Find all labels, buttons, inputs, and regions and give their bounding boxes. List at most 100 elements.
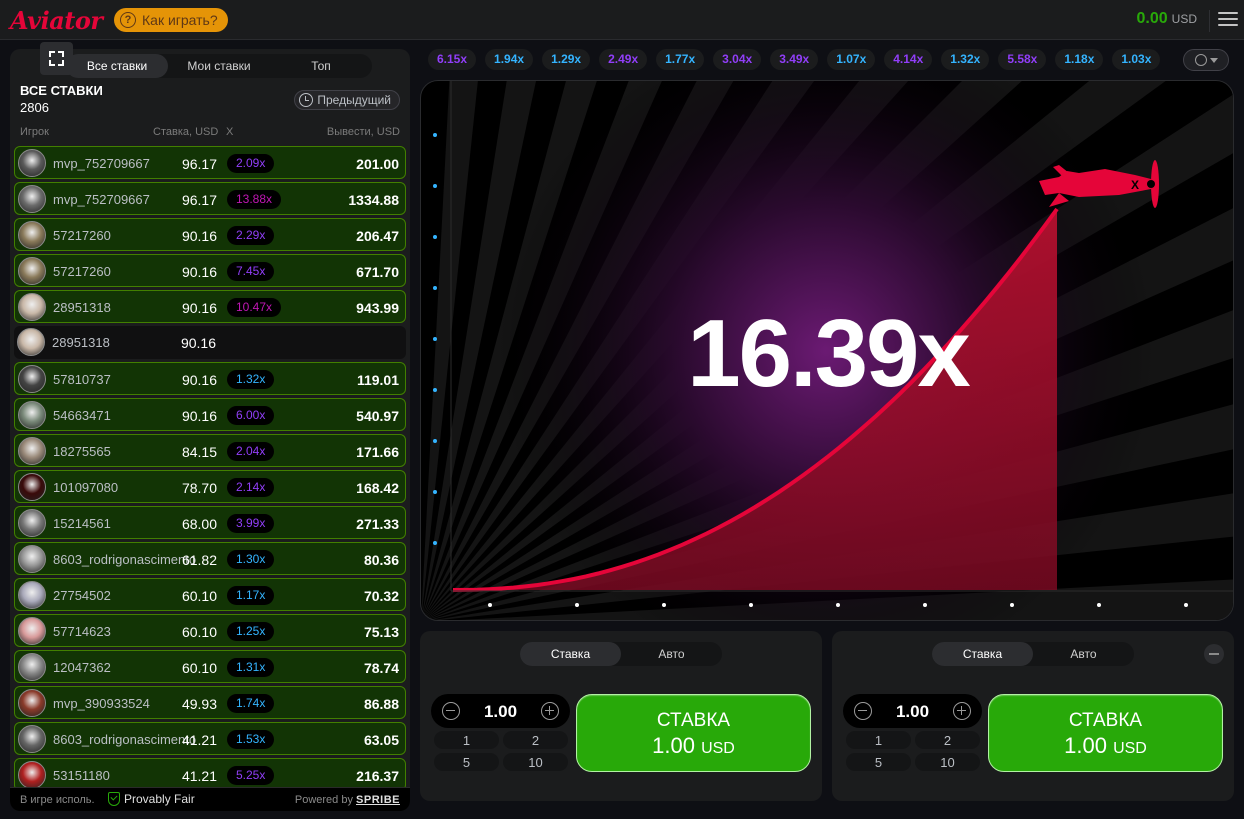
- table-row: 27754502 60.10 1.17x 70.32: [14, 578, 406, 611]
- plus-circle-icon[interactable]: [953, 702, 971, 720]
- bet-amount: 90.16: [181, 264, 217, 280]
- history-multiplier[interactable]: 1.77x: [656, 49, 705, 70]
- bet-button-currency: USD: [701, 740, 735, 757]
- history-multiplier[interactable]: 4.14x: [884, 49, 933, 70]
- avatar: [18, 401, 46, 429]
- history-icon: [1194, 54, 1207, 66]
- history-multiplier[interactable]: 1.18x: [1055, 49, 1104, 70]
- table-row: 54663471 90.16 6.00x 540.97: [14, 398, 406, 431]
- avatar: [18, 185, 46, 213]
- tab-bet[interactable]: Ставка: [520, 642, 621, 666]
- cashout-multiplier: 2.04x: [227, 442, 275, 461]
- plus-circle-icon[interactable]: [541, 702, 559, 720]
- table-row: mvp_752709667 96.17 2.09x 201.00: [14, 146, 406, 179]
- bet-amount: 60.10: [181, 588, 217, 604]
- how-to-play-label: Как играть?: [142, 12, 218, 28]
- bet-panel-1: Ставка Авто 1.00 1 2 5 10 СТАВКА 1.00 US…: [420, 631, 822, 801]
- quick-amount-5[interactable]: 5: [434, 753, 499, 771]
- y-axis-dot: [433, 439, 437, 443]
- stake-value[interactable]: 1.00: [873, 702, 952, 722]
- chevron-down-icon: [1209, 57, 1218, 63]
- cashout-amount: 216.37: [356, 768, 399, 784]
- avatar: [18, 725, 46, 753]
- avatar: [18, 653, 46, 681]
- tab-auto[interactable]: Авто: [1033, 642, 1134, 666]
- bet-amount: 96.17: [181, 192, 217, 208]
- minus-circle-icon[interactable]: [854, 702, 872, 720]
- bet-button-amount-row: 1.00 USD: [989, 733, 1222, 759]
- history-multiplier[interactable]: 1.29x: [542, 49, 591, 70]
- tab-all-bets[interactable]: Все ставки: [66, 54, 168, 78]
- bet-amount: 41.21: [181, 732, 217, 748]
- bets-footer: В игре исполь. Provably Fair Powered by …: [10, 787, 410, 811]
- player-name: 28951318: [53, 300, 111, 315]
- history-dropdown-button[interactable]: [1183, 49, 1229, 71]
- in-use-label: В игре исполь.: [20, 794, 95, 806]
- bet-amount: 90.16: [181, 300, 217, 316]
- player-name: 57217260: [53, 228, 111, 243]
- col-bet: Ставка, USD: [153, 126, 219, 138]
- tab-bet[interactable]: Ставка: [932, 642, 1033, 666]
- tab-my-bets[interactable]: Мои ставки: [168, 54, 270, 78]
- cashout-amount: 168.42: [356, 480, 399, 496]
- quick-amount-5[interactable]: 5: [846, 753, 911, 771]
- history-multiplier[interactable]: 3.04x: [713, 49, 762, 70]
- multiplier-history: 6.15x 1.94x 1.29x 2.49x 1.77x 3.04x 3.49x 1.07x…: [428, 49, 1168, 71]
- x-axis-dot: [1097, 603, 1101, 607]
- player-name: 54663471: [53, 408, 111, 423]
- how-to-play-button[interactable]: ? Как играть?: [114, 8, 228, 32]
- stake-value[interactable]: 1.00: [461, 702, 540, 722]
- quick-amount-2[interactable]: 2: [915, 731, 980, 749]
- quick-amount-10[interactable]: 10: [503, 753, 568, 771]
- fullscreen-icon[interactable]: [40, 42, 73, 75]
- bet-panel-2: Ставка Авто 1.00 1 2 5 10 СТАВКА 1.00 US…: [832, 631, 1234, 801]
- bets-panel: Все ставки Мои ставки Топ ВСЕ СТАВКИ 280…: [10, 49, 410, 811]
- previous-round-button[interactable]: Предыдущий: [294, 90, 400, 110]
- spribe-logo: SPRIBE: [356, 794, 400, 806]
- place-bet-button[interactable]: СТАВКА 1.00 USD: [576, 694, 811, 772]
- place-bet-button[interactable]: СТАВКА 1.00 USD: [988, 694, 1223, 772]
- minus-circle-icon[interactable]: [442, 702, 460, 720]
- history-multiplier[interactable]: 1.07x: [827, 49, 876, 70]
- history-multiplier[interactable]: 3.49x: [770, 49, 819, 70]
- powered-by: Powered by SPRIBE: [295, 794, 400, 806]
- cashout-amount: 119.01: [356, 372, 399, 388]
- quick-amount-1[interactable]: 1: [434, 731, 499, 749]
- table-row: 57810737 90.16 1.32x 119.01: [14, 362, 406, 395]
- history-multiplier[interactable]: 6.15x: [428, 49, 477, 70]
- avatar: [18, 689, 46, 717]
- table-row: 18275565 84.15 2.04x 171.66: [14, 434, 406, 467]
- tab-top[interactable]: Топ: [270, 54, 372, 78]
- bet-amount: 78.70: [181, 480, 217, 496]
- hamburger-menu-icon[interactable]: [1218, 12, 1238, 28]
- cashout-multiplier: 3.99x: [227, 514, 275, 533]
- tab-auto[interactable]: Авто: [621, 642, 722, 666]
- history-multiplier[interactable]: 1.32x: [941, 49, 990, 70]
- all-bets-count: 2806: [20, 100, 49, 115]
- history-multiplier[interactable]: 2.49x: [599, 49, 648, 70]
- x-axis-dot: [575, 603, 579, 607]
- history-multiplier[interactable]: 1.94x: [485, 49, 534, 70]
- bet-button-amount: 1.00: [1064, 733, 1107, 758]
- history-multiplier[interactable]: 1.03x: [1112, 49, 1161, 70]
- avatar: [18, 437, 46, 465]
- table-row: 12047362 60.10 1.31x 78.74: [14, 650, 406, 683]
- cashout-amount: 271.33: [356, 516, 399, 532]
- avatar: [18, 617, 46, 645]
- quick-amount-10[interactable]: 10: [915, 753, 980, 771]
- bets-column-headers: Игрок Ставка, USD X Вывести, USD: [10, 123, 410, 143]
- quick-amount-1[interactable]: 1: [846, 731, 911, 749]
- col-x: X: [226, 126, 234, 138]
- player-name: 15214561: [53, 516, 111, 531]
- provably-fair-link[interactable]: Provably Fair: [108, 792, 195, 806]
- avatar: [18, 149, 46, 177]
- bet-amount: 90.16: [181, 372, 217, 388]
- y-axis-dot: [433, 133, 437, 137]
- cashout-amount: 70.32: [363, 588, 399, 604]
- remove-panel-icon[interactable]: [1204, 644, 1224, 664]
- quick-amount-2[interactable]: 2: [503, 731, 568, 749]
- history-multiplier[interactable]: 5.58x: [998, 49, 1047, 70]
- y-axis-dot: [433, 184, 437, 188]
- x-axis-dot: [1010, 603, 1014, 607]
- cashout-multiplier: 1.53x: [227, 730, 275, 749]
